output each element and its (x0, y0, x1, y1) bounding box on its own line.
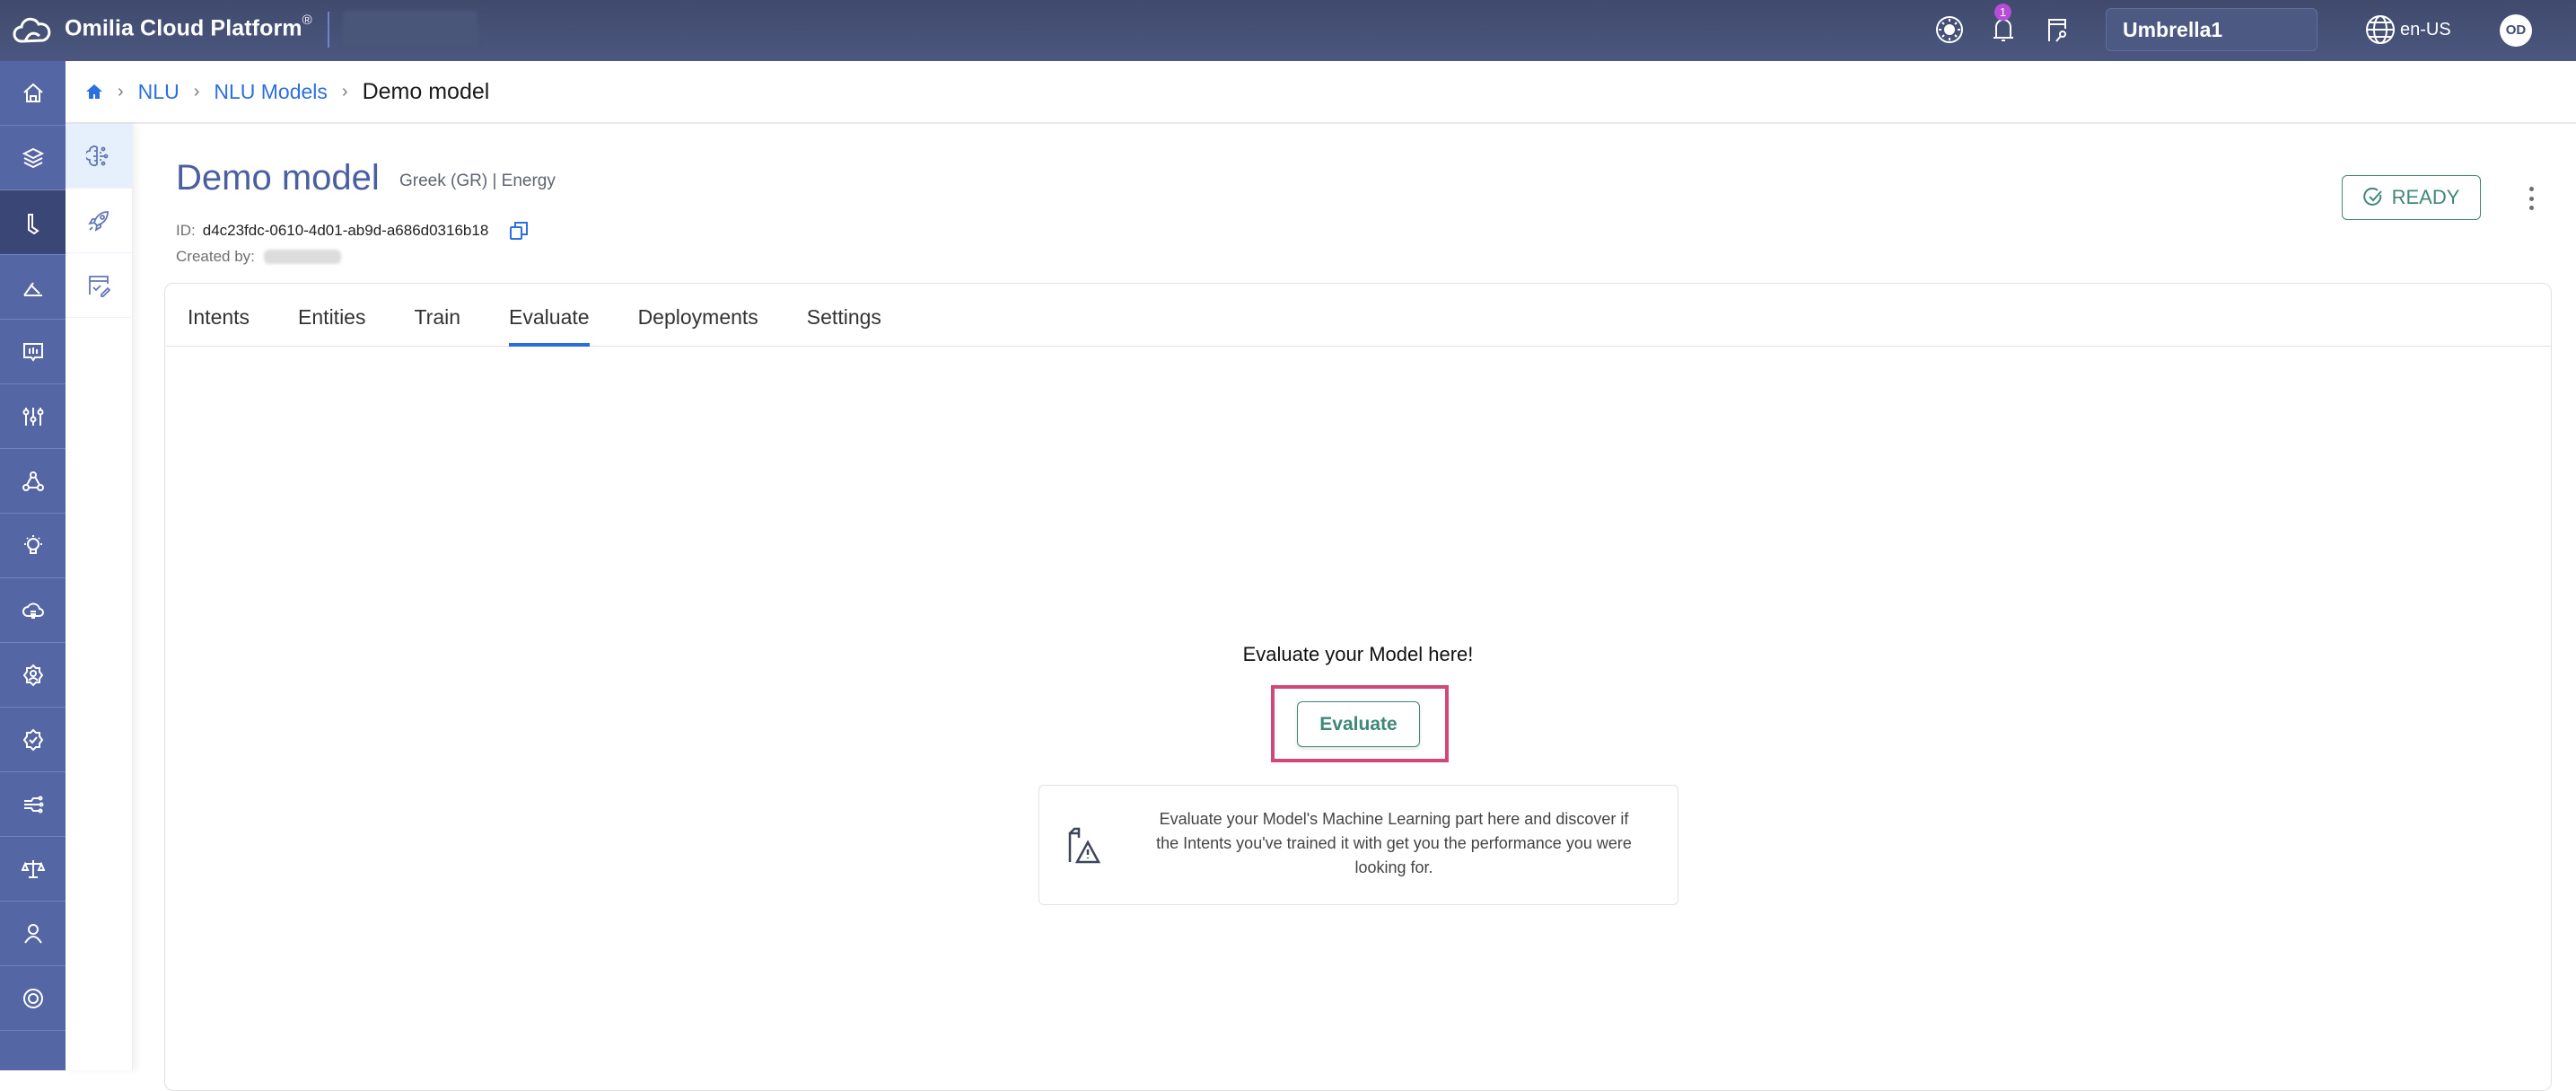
created-by-label: Created by: (176, 248, 255, 265)
chevron-right-icon: › (341, 81, 348, 101)
model-id-value: d4c23fdc-0610-4d01-ab9d-a686d0316b18 (202, 222, 489, 239)
more-options-icon[interactable] (2522, 183, 2540, 214)
evaluate-button[interactable]: Evaluate (1297, 701, 1420, 747)
model-tabs: Intents Entities Train Evaluate Deployme… (165, 284, 2551, 347)
sidebar-item-verification[interactable] (0, 708, 66, 772)
top-bar: Omilia Cloud Platform® 1 Umbrella1 en-US… (0, 0, 2576, 61)
model-language-domain: Greek (GR) | Energy (399, 172, 556, 190)
blurred-context (343, 11, 478, 47)
model-id-row: ID: d4c23fdc-0610-4d01-ab9d-a686d0316b18 (176, 220, 530, 242)
sidebar-item-tuning[interactable] (0, 384, 66, 449)
top-divider (328, 12, 329, 48)
created-by-value-redacted (263, 250, 341, 264)
scales-icon (21, 859, 45, 878)
check-circle-icon (2362, 188, 2382, 206)
brain-icon (86, 145, 109, 166)
model-card: Intents Entities Train Evaluate Deployme… (164, 283, 2552, 1091)
edit-check-icon (89, 275, 111, 297)
sidebar-item-account[interactable] (0, 902, 66, 966)
copy-icon[interactable] (508, 220, 530, 242)
language-selector[interactable]: en-US (2364, 12, 2451, 48)
sidebar-item-compliance[interactable] (0, 837, 66, 902)
sidebar-item-layers[interactable] (0, 126, 66, 190)
layers-icon (22, 147, 44, 168)
globe-icon (2366, 15, 2395, 44)
chat-chart-icon (22, 342, 43, 362)
model-status-label: READY (2391, 186, 2460, 208)
circuit-icon (23, 796, 43, 813)
user-avatar[interactable]: OD (2500, 14, 2532, 47)
evaluate-info-card: Evaluate your Model's Machine Learning p… (1038, 785, 1678, 905)
created-by-row: Created by: (176, 248, 341, 266)
api-keys-icon[interactable] (2042, 14, 2072, 45)
sidebar-item-orchestrator[interactable] (0, 449, 66, 514)
home-icon (22, 83, 43, 102)
breadcrumb-home-icon[interactable] (85, 83, 103, 101)
subnav-item-deployments[interactable] (66, 189, 132, 253)
sliders-icon (22, 407, 43, 426)
sidebar-item-integrations[interactable] (0, 772, 66, 837)
badge-check-icon (22, 728, 43, 751)
notification-badge: 1 (1994, 4, 2011, 21)
sidebar-item-ideas[interactable] (0, 514, 66, 578)
lifebuoy-icon (22, 988, 43, 1008)
sidebar-item-analytics[interactable] (0, 255, 66, 320)
rocket-icon (88, 210, 109, 232)
model-title: Demo model (176, 158, 380, 198)
tab-settings[interactable]: Settings (783, 284, 906, 346)
file-warning-icon (1068, 827, 1101, 864)
nlu-subnav (66, 124, 133, 1070)
sidebar-item-home[interactable] (0, 61, 66, 126)
tab-train[interactable]: Train (390, 284, 485, 346)
subnav-item-annotations[interactable] (66, 253, 132, 318)
breadcrumb-current: Demo model (362, 78, 490, 104)
cloud-logo-icon[interactable] (13, 14, 52, 47)
nlu-icon (27, 213, 39, 234)
model-id-label: ID: (176, 222, 196, 239)
user-gear-icon (22, 664, 43, 686)
evaluate-heading: Evaluate your Model here! (1242, 643, 1474, 665)
tenant-selector[interactable]: Umbrella1 (2106, 8, 2318, 51)
language-label: en-US (2400, 19, 2451, 40)
tab-intents[interactable]: Intents (188, 284, 274, 346)
breadcrumb: › NLU › NLU Models › Demo model (66, 61, 2576, 124)
angle-icon (22, 281, 42, 296)
sidebar-item-support[interactable] (0, 966, 66, 1031)
subnav-item-nlu-models[interactable] (66, 124, 132, 189)
lightbulb-icon (23, 534, 42, 554)
breadcrumb-nlu-models[interactable]: NLU Models (214, 80, 328, 104)
sidebar-item-user-settings[interactable] (0, 643, 66, 708)
sidebar-item-nlu[interactable] (0, 190, 66, 255)
tab-deployments[interactable]: Deployments (614, 284, 783, 346)
chevron-right-icon: › (118, 81, 124, 101)
evaluate-info-text: Evaluate your Model's Machine Learning p… (1156, 810, 1632, 876)
main-sidebar (0, 61, 66, 1070)
tab-evaluate[interactable]: Evaluate (509, 284, 590, 347)
tab-entities[interactable]: Entities (274, 284, 390, 346)
sidebar-item-insights[interactable] (0, 320, 66, 384)
nodes-icon (22, 471, 44, 491)
sidebar-item-cloud[interactable] (0, 578, 66, 643)
brand-name[interactable]: Omilia Cloud Platform® (65, 13, 312, 41)
user-icon (23, 923, 42, 944)
chevron-right-icon: › (193, 81, 200, 101)
cloud-icon (22, 602, 44, 619)
model-status-button[interactable]: READY (2342, 175, 2481, 220)
breadcrumb-nlu[interactable]: NLU (138, 80, 180, 104)
theme-icon[interactable] (1934, 14, 1965, 45)
